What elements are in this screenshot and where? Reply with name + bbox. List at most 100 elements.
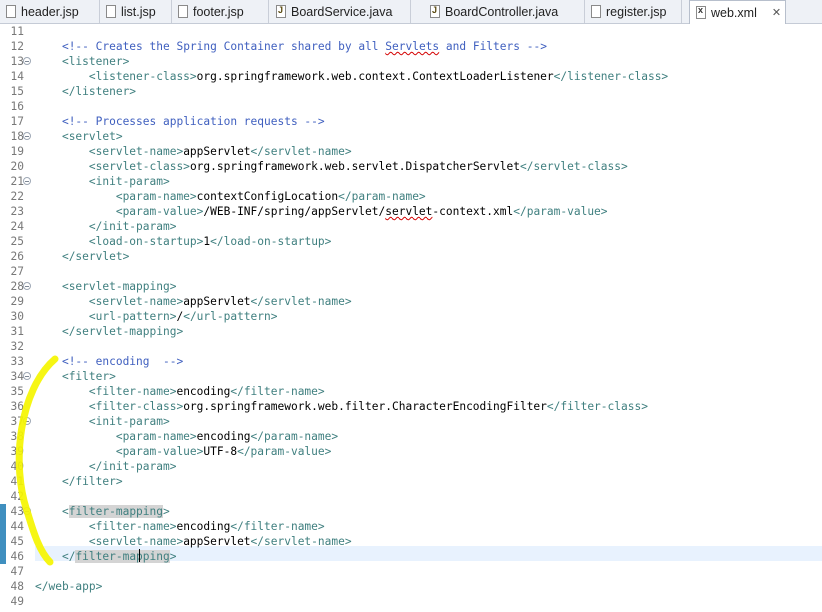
code-text: <param-name>encoding</param-name> [35, 429, 338, 444]
line-number: 19 [10, 145, 24, 158]
code-line: 31 </servlet-mapping> [0, 324, 822, 339]
code-token: </servlet-name> [250, 145, 352, 158]
code-text: <servlet-name>appServlet</servlet-name> [35, 144, 352, 159]
code-token: </param-value> [237, 445, 332, 458]
code-text: </filter> [35, 474, 123, 489]
code-line: 43 <filter-mapping> [0, 504, 822, 519]
code-token: /WEB-INF/spring/appServlet/ [203, 205, 386, 218]
code-token: org.springframework.web.servlet.Dispatch… [189, 160, 520, 173]
code-token: servlet [385, 205, 433, 218]
fold-toggle-icon[interactable] [23, 177, 31, 185]
tab-header-jsp[interactable]: header.jsp [0, 0, 100, 23]
code-token: <!-- encoding --> [61, 355, 184, 368]
code-line: 36 <filter-class>org.springframework.web… [0, 399, 822, 414]
code-token: appServlet [183, 535, 251, 548]
code-token: </init-param> [88, 460, 177, 473]
tab-boardcontroller-java[interactable]: BoardController.java [424, 0, 585, 23]
fold-toggle-icon[interactable] [23, 132, 31, 140]
code-token: </listener> [61, 85, 137, 98]
code-line: 28 <servlet-mapping> [0, 279, 822, 294]
code-text: <servlet-name>appServlet</servlet-name> [35, 294, 352, 309]
code-token: </filter-name> [230, 520, 325, 533]
tab-label: BoardController.java [445, 4, 559, 19]
tab-list-jsp[interactable]: list.jsp [100, 0, 172, 23]
fold-toggle-icon[interactable] [23, 417, 31, 425]
code-line: 33 <!-- encoding --> [0, 354, 822, 369]
code-token: <filter-name> [88, 385, 177, 398]
code-text: <servlet-name>appServlet</servlet-name> [35, 534, 352, 549]
code-line: 41 </filter> [0, 474, 822, 489]
tab-boardservice-java[interactable]: BoardService.java [270, 0, 411, 23]
code-line: 17 <!-- Processes application requests -… [0, 114, 822, 129]
code-token: </servlet-class> [519, 160, 628, 173]
line-number: 49 [10, 595, 24, 608]
code-line: 21 <init-param> [0, 174, 822, 189]
tab-label: footer.jsp [193, 4, 244, 19]
line-number: 15 [10, 85, 24, 98]
line-number: 26 [10, 250, 24, 263]
line-number: 16 [10, 100, 24, 113]
fold-toggle-icon[interactable] [23, 372, 31, 380]
code-token: org.springframework.web.filter.Character… [183, 400, 547, 413]
fold-toggle-icon[interactable] [23, 57, 31, 65]
code-text: <servlet-class>org.springframework.web.s… [35, 159, 628, 174]
code-line: 12 <!-- Creates the Spring Container sha… [0, 39, 822, 54]
code-token: <filter> [61, 370, 116, 383]
tab-footer-jsp[interactable]: footer.jsp [172, 0, 269, 23]
code-line: 46 </filter-mapping> [0, 549, 822, 564]
code-token: <param-value> [115, 445, 204, 458]
code-token: contextConfigLocation [196, 190, 339, 203]
code-token: </servlet-name> [250, 535, 352, 548]
code-line: 38 <param-name>encoding</param-name> [0, 429, 822, 444]
line-number: 11 [10, 25, 24, 38]
code-text: <param-value>UTF-8</param-value> [35, 444, 332, 459]
code-text: <filter> [35, 369, 116, 384]
code-token: encoding [176, 520, 231, 533]
tab-register-jsp[interactable]: register.jsp [585, 0, 682, 23]
line-number: 24 [10, 220, 24, 233]
code-text: <servlet> [35, 129, 123, 144]
code-token: <!-- Creates the Spring Container shared… [61, 40, 386, 53]
code-line: 32 [0, 339, 822, 354]
tab-web-xml[interactable]: web.xml ✕ [689, 0, 786, 24]
line-number: 42 [10, 490, 24, 503]
code-line: 19 <servlet-name>appServlet</servlet-nam… [0, 144, 822, 159]
code-token: <servlet> [61, 130, 123, 143]
code-token: </init-param> [88, 220, 177, 233]
line-number: 25 [10, 235, 24, 248]
code-line: 45 <servlet-name>appServlet</servlet-nam… [0, 534, 822, 549]
code-editor[interactable]: 11 12 <!-- Creates the Spring Container s… [0, 24, 822, 612]
code-line: 27 [0, 264, 822, 279]
code-line: 29 <servlet-name>appServlet</servlet-nam… [0, 294, 822, 309]
code-text: </listener> [35, 84, 136, 99]
code-text: <servlet-mapping> [35, 279, 177, 294]
close-tab-icon[interactable]: ✕ [772, 6, 781, 19]
code-token: <init-param> [88, 175, 170, 188]
code-text: </servlet-mapping> [35, 324, 183, 339]
code-token: </url-pattern> [183, 310, 278, 323]
code-token: </param-value> [513, 205, 608, 218]
code-token: <servlet-name> [88, 295, 184, 308]
fold-toggle-icon[interactable] [23, 507, 31, 515]
code-text: </filter-mapping> [35, 549, 176, 564]
code-text: <listener> [35, 54, 129, 69]
tab-label: header.jsp [21, 4, 79, 19]
line-number: 14 [10, 70, 24, 83]
code-line: 11 [0, 24, 822, 39]
code-token: </filter-class> [546, 400, 648, 413]
fold-toggle-icon[interactable] [23, 282, 31, 290]
code-token: <listener-class> [88, 70, 197, 83]
code-token: <param-name> [115, 190, 197, 203]
code-text: </web-app> [35, 579, 102, 594]
code-token: </filter-name> [230, 385, 325, 398]
change-marker-bar [0, 504, 6, 564]
